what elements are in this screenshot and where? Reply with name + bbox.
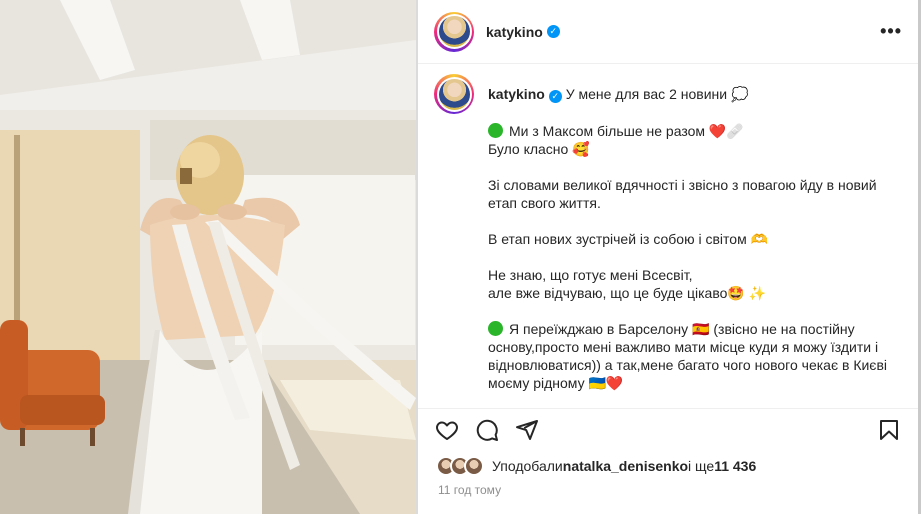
more-options-icon: ••• xyxy=(880,21,902,41)
share-icon xyxy=(516,420,538,440)
caption-body: Ми з Максом більше не разом ❤️🩹 Було кла… xyxy=(434,122,902,392)
caption-line: Було класно 🥰 xyxy=(488,141,590,157)
comment-button[interactable] xyxy=(474,417,500,443)
likes-middle: і ще xyxy=(688,458,715,474)
caption-line: Зі словами великої вдячності і звісно з … xyxy=(488,177,877,211)
share-button[interactable] xyxy=(514,417,540,443)
caption-line: але вже відчуваю, що це буде цікаво🤩 ✨ xyxy=(488,285,767,301)
verified-badge-icon: ✓ xyxy=(546,25,560,38)
caption-section: katykino ✓ У мене для вас 2 новини 💭 Ми з… xyxy=(418,64,918,404)
caption-paragraph: Зі словами великої вдячності і звісно з … xyxy=(488,176,902,212)
liker-avatars xyxy=(436,456,484,476)
caption-intro: katykino ✓ У мене для вас 2 новини 💭 xyxy=(488,74,748,103)
comment-icon xyxy=(476,419,498,441)
caption-line: Ми з Максом більше не разом ❤️🩹 xyxy=(509,123,744,139)
avatar[interactable] xyxy=(434,11,474,52)
caption-paragraph: Я переїжджаю в Барселону 🇪🇸 (звісно не н… xyxy=(488,320,902,392)
photo-illustration xyxy=(0,0,416,514)
username-link[interactable]: katykino xyxy=(486,24,543,40)
post-header: katykino ✓ ••• xyxy=(418,0,918,64)
caption-line: В етап нових зустрічей із собою і світом… xyxy=(488,231,769,247)
caption-avatar[interactable] xyxy=(434,74,474,114)
post-detail-panel: katykino ✓ ••• katykino ✓ У мене для вас … xyxy=(416,0,921,514)
bookmark-icon xyxy=(880,420,898,440)
avatar xyxy=(464,456,484,476)
avatar-image xyxy=(438,78,470,110)
caption-header: katykino ✓ У мене для вас 2 новини 💭 xyxy=(434,74,902,114)
caption-username-link[interactable]: katykino xyxy=(488,86,545,102)
caption-paragraph: В етап нових зустрічей із собою і світом… xyxy=(488,230,902,248)
caption-line: Не знаю, що готує мені Всесвіт, xyxy=(488,267,693,283)
verified-badge-icon: ✓ xyxy=(548,89,562,103)
avatar-image xyxy=(438,16,470,47)
like-button[interactable] xyxy=(434,417,460,443)
heart-icon xyxy=(436,421,458,440)
green-circle-icon xyxy=(488,321,503,336)
caption-line: Я переїжджаю в Барселону 🇪🇸 (звісно не н… xyxy=(488,321,887,391)
likes-count[interactable]: 11 436 xyxy=(714,458,756,474)
more-options-button[interactable]: ••• xyxy=(880,22,902,40)
caption-intro-text: У мене для вас 2 новини 💭 xyxy=(565,86,749,102)
liker-username-link[interactable]: natalka_denisenko xyxy=(563,458,688,474)
likes-summary[interactable]: Уподобали natalka_denisenko і ще 11 436 xyxy=(436,456,756,476)
save-button[interactable] xyxy=(876,417,902,443)
caption-paragraph: Не знаю, що готує мені Всесвіт, але вже … xyxy=(488,266,902,302)
post-photo[interactable] xyxy=(0,0,416,514)
likes-prefix: Уподобали xyxy=(492,458,563,474)
caption-paragraph: Ми з Максом більше не разом ❤️🩹 Було кла… xyxy=(488,122,902,158)
post-timestamp[interactable]: 11 год тому xyxy=(438,483,501,497)
green-circle-icon xyxy=(488,123,503,138)
action-bar xyxy=(418,408,918,452)
